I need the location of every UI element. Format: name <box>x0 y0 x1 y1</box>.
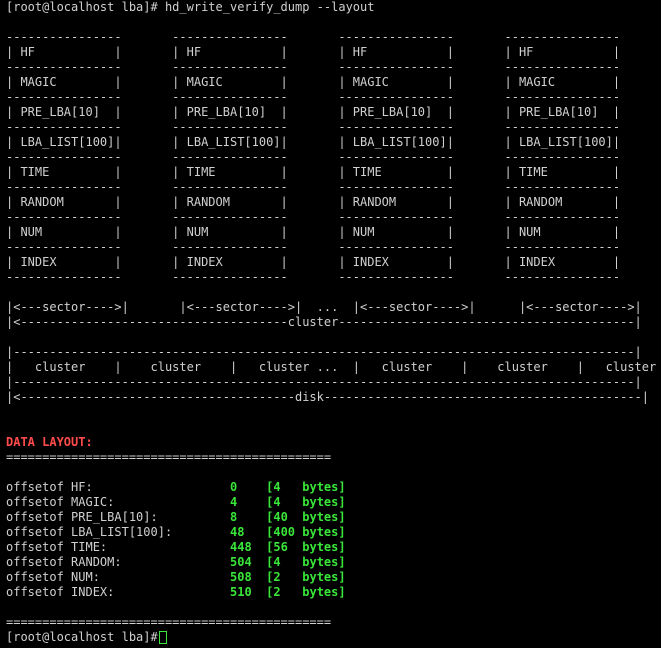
layout-line: |---------------------------------------… <box>6 345 642 359</box>
layout-line: | RANDOM | | RANDOM | | RANDOM | | RANDO… <box>6 195 621 209</box>
terminal-window[interactable]: [root@localhost lba]# hd_write_verify_du… <box>0 0 661 648</box>
command-text: hd_write_verify_dump --layout <box>164 0 375 14</box>
layout-line: ---------------- ---------------- ------… <box>6 240 621 254</box>
layout-line: | PRE_LBA[10] | | PRE_LBA[10] | | PRE_LB… <box>6 105 621 119</box>
layout-line: | MAGIC | | MAGIC | | MAGIC | | MAGIC | <box>6 75 621 89</box>
separator-bottom: ========================================… <box>6 615 332 629</box>
layout-line: | NUM | | NUM | | NUM | | NUM | <box>6 225 621 239</box>
offset-value: 48 [400 bytes] <box>230 525 346 539</box>
layout-line: ---------------- ---------------- ------… <box>6 30 621 44</box>
offset-label: offsetof RANDOM: <box>6 555 122 569</box>
cluster-row: | cluster | cluster | cluster ... | clus… <box>6 360 661 374</box>
offset-row: offsetof HF: 0 [4 bytes] <box>6 480 346 495</box>
offset-label: offsetof PRE_LBA[10]: <box>6 510 158 524</box>
offset-value: 504 [4 bytes] <box>230 555 346 569</box>
layout-line: | LBA_LIST[100]| | LBA_LIST[100]| | LBA_… <box>6 135 621 149</box>
layout-line: ---------------- ---------------- ------… <box>6 210 621 224</box>
offset-row: offsetof RANDOM: 504 [4 bytes] <box>6 555 346 570</box>
shell-prompt: [root@localhost lba]# <box>6 0 165 14</box>
offset-row: offsetof PRE_LBA[10]: 8 [40 bytes] <box>6 510 346 525</box>
layout-line: | HF | | HF | | HF | | HF | <box>6 45 621 59</box>
offset-value: 448 [56 bytes] <box>230 540 346 554</box>
offset-value: 508 [2 bytes] <box>230 570 346 584</box>
layout-line: ---------------- ---------------- ------… <box>6 90 621 104</box>
offset-label: offsetof LBA_LIST[100]: <box>6 525 173 539</box>
offset-row: offsetof INDEX: 510 [2 bytes] <box>6 585 346 600</box>
layout-line: ---------------- ---------------- ------… <box>6 180 621 194</box>
layout-line: ---------------- ---------------- ------… <box>6 60 621 74</box>
offset-value: 0 [4 bytes] <box>230 480 346 494</box>
offset-value: 8 [40 bytes] <box>230 510 346 524</box>
cluster-ruler: |<-------------------------------------c… <box>6 315 642 329</box>
offset-label: offsetof HF: <box>6 480 93 494</box>
offset-row: offsetof TIME: 448 [56 bytes] <box>6 540 346 555</box>
offset-row: offsetof MAGIC: 4 [4 bytes] <box>6 495 346 510</box>
layout-line: | INDEX | | INDEX | | INDEX | | INDEX | <box>6 255 621 269</box>
command-line: [root@localhost lba]# hd_write_verify_du… <box>6 0 374 15</box>
offset-label: offsetof MAGIC: <box>6 495 115 509</box>
layout-line: | TIME | | TIME | | TIME | | TIME | <box>6 165 621 179</box>
offset-row: offsetof LBA_LIST[100]: 48 [400 bytes] <box>6 525 346 540</box>
layout-line: ---------------- ---------------- ------… <box>6 270 621 284</box>
offset-label: offsetof INDEX: <box>6 585 115 599</box>
offset-label: offsetof NUM: <box>6 570 100 584</box>
disk-ruler: |<--------------------------------------… <box>6 390 649 404</box>
offset-value: 4 [4 bytes] <box>230 495 346 509</box>
offset-row: offsetof NUM: 508 [2 bytes] <box>6 570 346 585</box>
offset-value: 510 [2 bytes] <box>230 585 346 599</box>
text-cursor[interactable] <box>159 631 167 644</box>
sector-ruler: |<---sector---->| |<---sector---->| ... … <box>6 300 642 314</box>
data-layout-heading: DATA LAYOUT: <box>6 435 93 449</box>
layout-line: ---------------- ---------------- ------… <box>6 120 621 134</box>
layout-line: |---------------------------------------… <box>6 375 642 389</box>
offset-label: offsetof TIME: <box>6 540 108 554</box>
separator-top: ========================================… <box>6 450 332 464</box>
final-prompt: [root@localhost lba]# <box>6 630 165 644</box>
layout-line: ---------------- ---------------- ------… <box>6 150 621 164</box>
